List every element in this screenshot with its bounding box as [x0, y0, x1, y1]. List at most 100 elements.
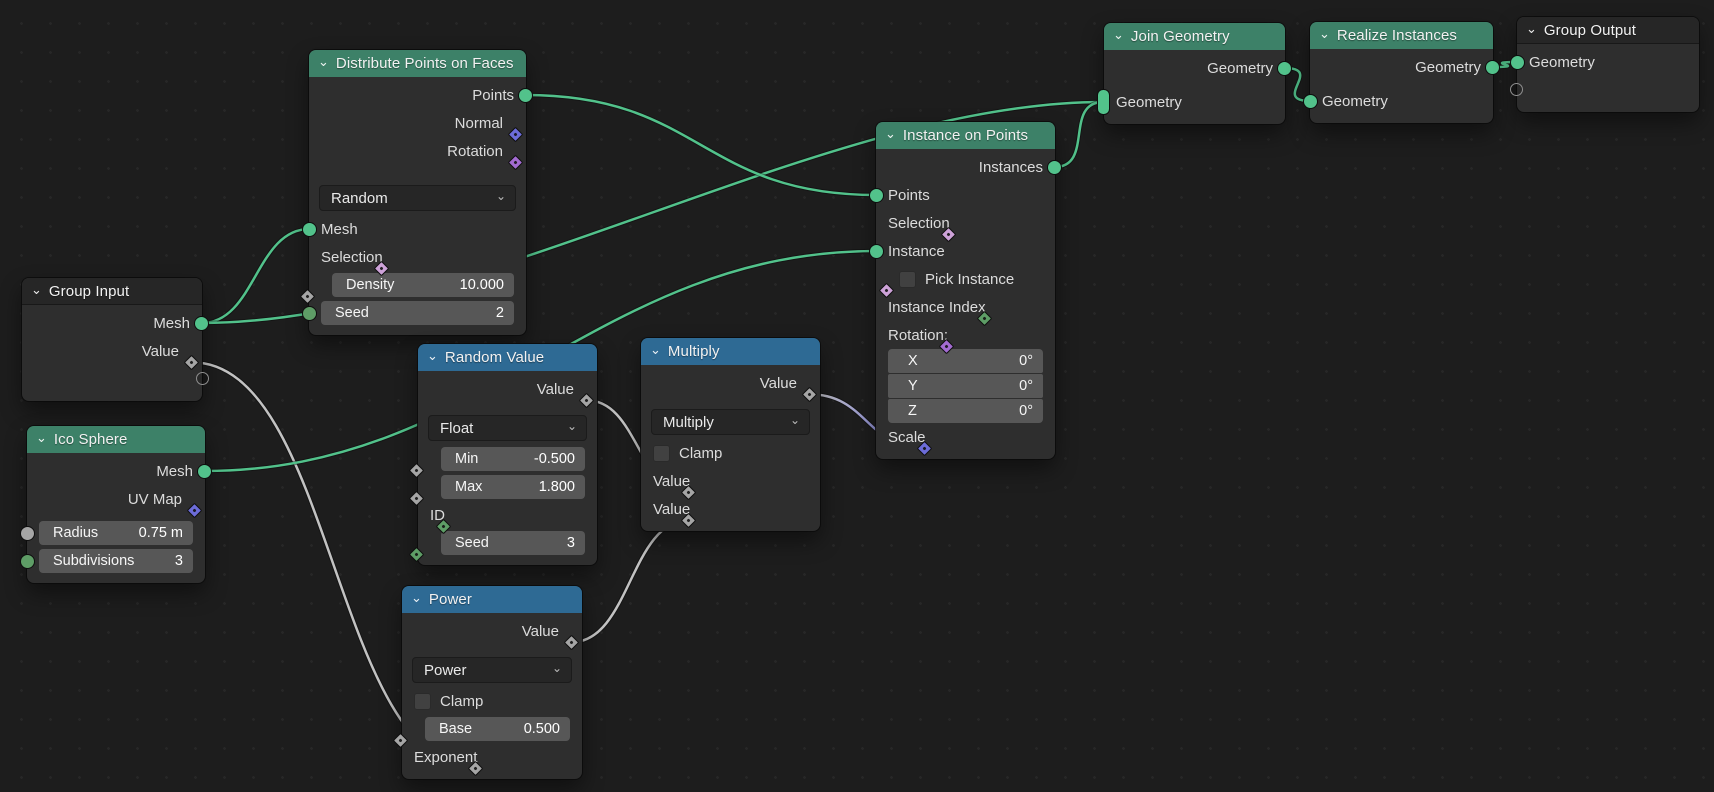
node-header[interactable]: ⌄Group Output [1517, 17, 1699, 44]
socket-geometry[interactable] [1510, 55, 1525, 70]
field-subdivisions[interactable]: Subdivisions3 [39, 549, 193, 573]
row-max: Max1.800 [418, 473, 597, 501]
socket-mesh[interactable] [194, 316, 209, 331]
socket-geometry-in[interactable] [1097, 89, 1110, 115]
clamp-label: Clamp [440, 693, 483, 710]
field-rotation-xyz-x[interactable]: X0° [888, 349, 1043, 373]
node-random-value[interactable]: ⌄Random ValueValueFloat⌄Min-0.500Max1.80… [418, 344, 597, 565]
node-header[interactable]: ⌄Instance on Points [876, 122, 1055, 149]
field-min[interactable]: Min-0.500 [441, 447, 585, 471]
dropdown-data-type[interactable]: Float⌄ [428, 415, 587, 441]
row-pick-instance: Pick Instance [876, 265, 1055, 293]
node-power[interactable]: ⌄PowerValuePower⌄ClampBase0.500Exponent [402, 586, 582, 779]
row-data-type: Float⌄ [418, 411, 597, 445]
field-radius[interactable]: Radius0.75 m [39, 521, 193, 545]
collapse-chevron-icon[interactable]: ⌄ [31, 285, 42, 295]
field-rotation-xyz-z[interactable]: Z0° [888, 399, 1043, 423]
field-seed[interactable]: Seed2 [321, 301, 514, 325]
node-realize-instances[interactable]: ⌄Realize Instances Geometry Geometry [1310, 22, 1493, 123]
row-virtual [1517, 76, 1699, 104]
dropdown-operation[interactable]: Multiply⌄ [651, 409, 810, 435]
socket-field-dot [305, 294, 309, 298]
node-header[interactable]: ⌄ Power [402, 586, 582, 613]
field-base[interactable]: Base0.500 [425, 717, 570, 741]
scale-label: Scale [888, 429, 926, 446]
node-join-geometry[interactable]: ⌄ Join Geometry GeometryGeometry [1104, 23, 1285, 124]
socket-radius[interactable] [20, 526, 35, 541]
node-wire[interactable] [202, 229, 310, 323]
node-multiply[interactable]: ⌄MultiplyValueMultiply⌄ClampValueValue [641, 338, 820, 531]
node-header[interactable]: ⌄Random Value [418, 344, 597, 371]
node-title: Power [429, 591, 472, 608]
node-body: PointsNormalRotationRandom⌄MeshSelection… [309, 77, 526, 335]
row-virtual [22, 365, 202, 393]
socket-points[interactable] [869, 188, 884, 203]
socket-instances[interactable] [1047, 160, 1062, 175]
node-title: Join Geometry [1131, 28, 1230, 45]
node-editor-canvas[interactable]: ⌄Group InputMeshValue ⌄Ico SphereMeshUV M… [0, 0, 1714, 792]
checkbox-clamp[interactable] [653, 445, 670, 462]
socket-points[interactable] [518, 88, 533, 103]
collapse-chevron-icon[interactable]: ⌄ [318, 57, 329, 67]
field-seed[interactable]: Seed3 [441, 531, 585, 555]
geometry-out-label: Geometry [1415, 59, 1481, 76]
points-label: Points [888, 187, 930, 204]
collapse-chevron-icon[interactable]: ⌄ [1526, 24, 1537, 34]
node-ico-sphere[interactable]: ⌄Ico SphereMeshUV MapRadius0.75 mSubdivi… [27, 426, 205, 583]
socket-mesh[interactable] [197, 464, 212, 479]
field-density[interactable]: Density10.000 [332, 273, 514, 297]
node-group-output[interactable]: ⌄Group OutputGeometry [1517, 17, 1699, 112]
node-header[interactable]: ⌄Group Input [22, 278, 202, 305]
socket-virtual[interactable] [196, 372, 209, 385]
geometry-in-label: Geometry [1322, 93, 1388, 110]
chevron-down-icon: ⌄ [496, 189, 506, 203]
node-header[interactable]: ⌄Distribute Points on Faces [309, 50, 526, 77]
socket-field-dot [513, 160, 517, 164]
collapse-chevron-icon[interactable]: ⌄ [1319, 29, 1330, 39]
value-label: Value [142, 343, 179, 360]
dropdown-value: Random [331, 190, 388, 207]
dropdown-distribution-method[interactable]: Random ⌄ [319, 185, 516, 211]
collapse-chevron-icon[interactable]: ⌄ [427, 351, 438, 361]
dropdown-value: Power [424, 662, 467, 679]
socket-geometry-out[interactable] [1277, 61, 1292, 76]
field-rotation-xyz-y[interactable]: Y0° [888, 374, 1043, 398]
normal-label: Normal [455, 115, 503, 132]
collapse-chevron-icon[interactable]: ⌄ [885, 129, 896, 139]
node-body: MeshValue [22, 305, 202, 401]
row-rotation: Rotation [309, 137, 526, 165]
socket-field-dot [687, 490, 691, 494]
dropdown-value: Float [440, 420, 473, 437]
node-body: GeometryGeometry [1104, 50, 1285, 124]
node-wire[interactable] [1055, 102, 1104, 167]
socket-geometry-in[interactable] [1303, 94, 1318, 109]
field-max[interactable]: Max1.800 [441, 475, 585, 499]
checkbox-pick-instance[interactable] [899, 271, 916, 288]
socket-instance[interactable] [869, 244, 884, 259]
socket-subdivisions[interactable] [20, 554, 35, 569]
selection-label: Selection [321, 249, 383, 266]
node-header[interactable]: ⌄Realize Instances [1310, 22, 1493, 49]
socket-mesh[interactable] [302, 222, 317, 237]
checkbox-clamp[interactable] [414, 693, 431, 710]
node-body: Geometry [1517, 44, 1699, 112]
rotation-xyz: X0°Y0°Z0° [876, 349, 1055, 423]
collapse-chevron-icon[interactable]: ⌄ [36, 433, 47, 443]
row-instances: Instances [876, 153, 1055, 181]
node-group-input[interactable]: ⌄Group InputMeshValue [22, 278, 202, 401]
collapse-chevron-icon[interactable]: ⌄ [411, 593, 422, 603]
node-header[interactable]: ⌄Ico Sphere [27, 426, 205, 453]
collapse-chevron-icon[interactable]: ⌄ [650, 345, 661, 355]
node-wire[interactable] [526, 95, 877, 195]
node-header[interactable]: ⌄ Join Geometry [1104, 23, 1285, 50]
node-distribute-points[interactable]: ⌄Distribute Points on FacesPointsNormalR… [309, 50, 526, 335]
socket-geometry-out[interactable] [1485, 60, 1500, 75]
base-field-label: Base [439, 721, 472, 737]
collapse-chevron-icon[interactable]: ⌄ [1113, 30, 1124, 40]
dropdown-operation[interactable]: Power⌄ [412, 657, 572, 683]
socket-seed[interactable] [302, 306, 317, 321]
instances-label: Instances [979, 159, 1043, 176]
socket-virtual[interactable] [1510, 83, 1523, 96]
node-instance-on-points[interactable]: ⌄Instance on PointsInstancesPointsSelect… [876, 122, 1055, 459]
node-header[interactable]: ⌄Multiply [641, 338, 820, 365]
